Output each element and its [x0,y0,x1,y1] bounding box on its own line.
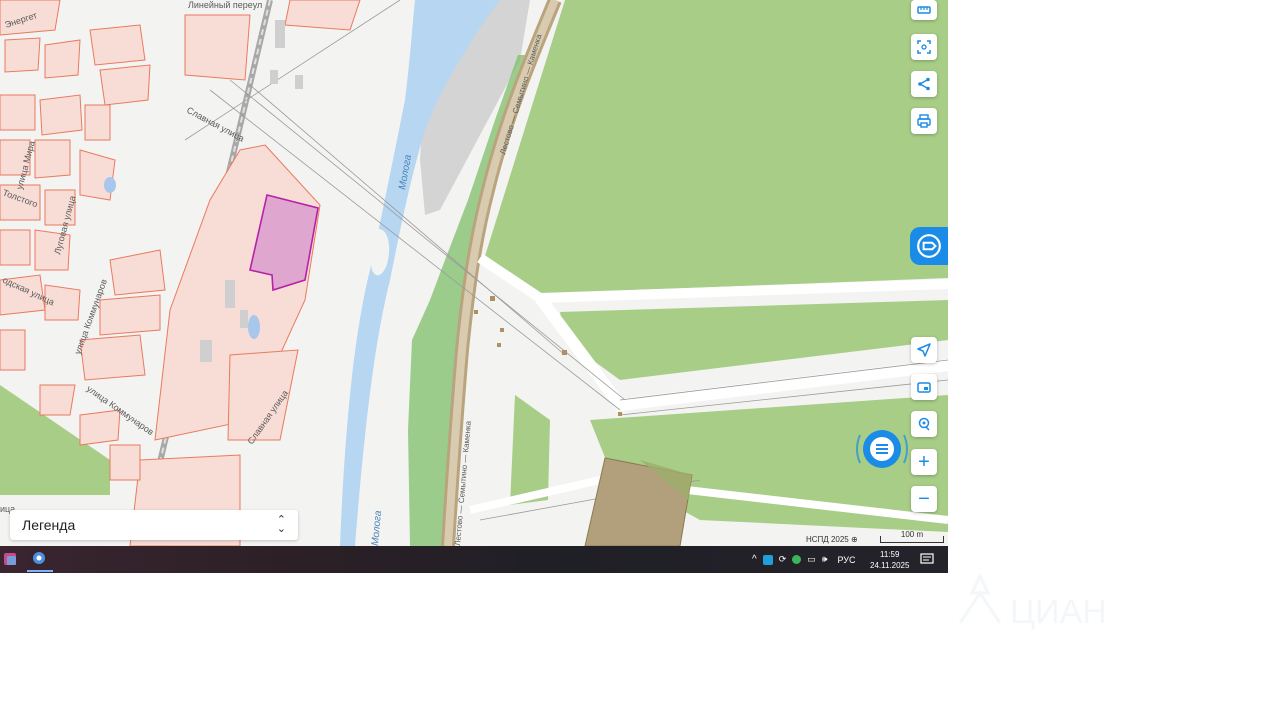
zoom-out-button[interactable]: − [911,486,937,512]
print-icon [917,114,931,128]
sync-icon[interactable]: ⟳ [779,554,787,565]
chat-button[interactable] [854,427,910,471]
print-button[interactable] [911,108,937,134]
pond [104,177,116,193]
locate-button[interactable] [911,411,937,437]
map-attribution: НСПД 2025 ⊕ [806,535,858,544]
layers-icon [917,382,931,393]
zoom-in-button[interactable]: + [911,449,937,475]
area-select-icon [917,40,931,54]
navigate-button[interactable] [911,337,937,363]
os-taskbar: ^ ⟳ ▭ 🕪 РУС 11:59 24.11.2025 [0,546,948,573]
park-area [485,0,948,294]
chevron-updown-icon: ⌃ ⌄ [276,514,286,535]
pond [248,315,260,339]
watermark-text: ЦИАН [1010,593,1107,631]
network-icon[interactable]: ▭ [807,554,816,565]
legend-toggle[interactable]: Легенда ⌃ ⌄ [10,510,298,540]
ruler-icon [917,6,931,14]
attribution-source: НСПД 2025 ⊕ [806,535,858,544]
clock[interactable]: 11:59 24.11.2025 [870,546,909,573]
watermark-logo: ЦИАН [958,572,1107,631]
chevron-up-icon[interactable]: ^ [752,554,757,565]
share-button[interactable] [911,71,937,97]
side-panel-tab[interactable] [910,227,948,265]
navigate-icon [917,343,931,357]
chat-document-icon [917,234,941,258]
locate-icon [918,417,930,431]
browser-icon[interactable] [30,550,48,568]
screenshot-frame: Энергет Линейный переул Славная улица Сл… [0,0,948,573]
clock-time: 11:59 [880,549,900,559]
legend-label: Легенда [22,517,76,533]
share-icon [918,77,930,91]
clock-date: 24.11.2025 [870,560,910,570]
tray-app-icon[interactable] [762,554,773,565]
active-app-indicator [27,570,53,572]
street-label: Линейный переул [188,0,262,10]
language-indicator[interactable]: РУС [837,555,855,565]
app-icon[interactable] [2,550,20,568]
system-tray: ^ ⟳ ▭ 🕪 РУС [752,546,855,573]
volume-icon[interactable]: 🕪 [822,554,828,565]
security-icon[interactable] [792,555,802,564]
layers-button[interactable] [911,374,937,400]
cadastral-map[interactable]: Энергет Линейный переул Славная улица Сл… [0,0,948,546]
area-select-button[interactable] [911,34,937,60]
scale-bar: 100 m [880,531,944,543]
scale-label: 100 m [900,530,924,539]
ruler-button[interactable] [911,0,937,20]
notifications-icon[interactable] [920,552,934,566]
